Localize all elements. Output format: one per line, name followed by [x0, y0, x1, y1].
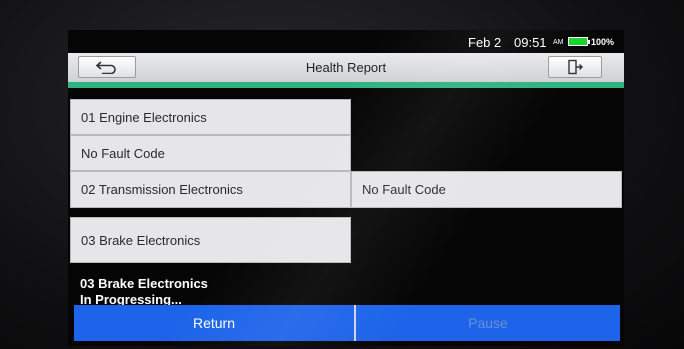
status-time: 09:51 [514, 35, 547, 50]
report-item-label: 01 Engine Electronics [70, 99, 351, 135]
device-screen: Feb 2 09:51 AM 100% Health Report 01 Eng… [68, 30, 624, 346]
status-ampm: AM [553, 39, 564, 46]
report-item-label: 03 Brake Electronics [70, 217, 351, 263]
battery-icon [568, 37, 590, 46]
battery-percent: 100% [591, 37, 615, 47]
exit-button[interactable] [548, 56, 602, 78]
page-title: Health Report [305, 60, 387, 75]
pause-button[interactable]: Pause [356, 305, 620, 341]
title-bar: Health Report [68, 53, 624, 82]
title-accent-bar [68, 82, 624, 88]
progress-module: 03 Brake Electronics [80, 276, 208, 291]
exit-door-icon [568, 59, 583, 75]
report-item-result: No Fault Code [351, 171, 622, 208]
report-item-result: No Fault Code [70, 135, 351, 171]
report-item-label: 02 Transmission Electronics [70, 171, 351, 208]
status-date: Feb 2 [468, 35, 502, 50]
status-bar: Feb 2 09:51 AM 100% [68, 30, 624, 52]
return-button[interactable]: Return [74, 305, 354, 341]
